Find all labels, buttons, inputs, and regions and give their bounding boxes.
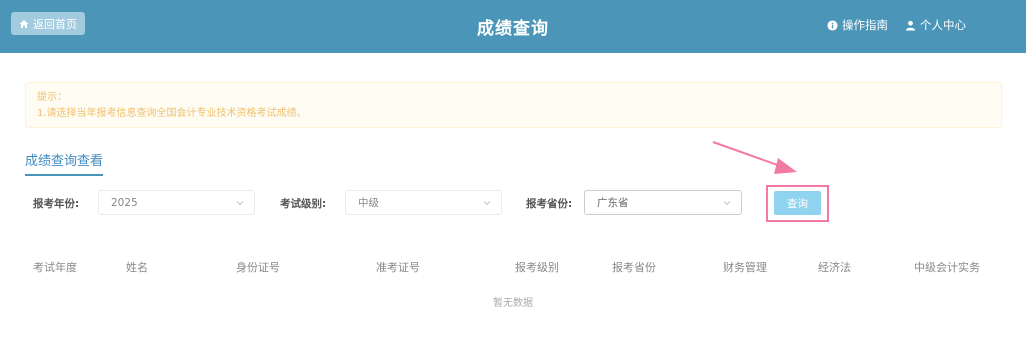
- column-header: 中级会计实务: [914, 261, 980, 274]
- province-value: 广东省: [597, 197, 629, 209]
- column-header: 准考证号: [376, 261, 420, 274]
- chevron-down-icon: [483, 201, 491, 206]
- tab-score-query[interactable]: 成绩查询查看: [25, 150, 104, 176]
- back-home-label: 返回首页: [33, 17, 77, 31]
- level-label: 考试级别:: [280, 198, 327, 210]
- guide-label: 操作指南: [842, 18, 888, 32]
- province-select[interactable]: 广东省: [584, 190, 742, 215]
- notice-line: 1.请选择当年报考信息查询全国会计专业技术资格考试成绩。: [37, 108, 307, 119]
- year-select[interactable]: 2025: [98, 190, 255, 215]
- year-value: 2025: [111, 196, 138, 209]
- column-header: 报考省份: [612, 261, 656, 274]
- column-header: 经济法: [818, 261, 851, 274]
- level-value: 中级: [358, 197, 379, 209]
- user-center-label: 个人中心: [920, 18, 966, 32]
- column-header: 报考级别: [515, 261, 559, 274]
- chevron-down-icon: [723, 201, 731, 206]
- column-header: 财务管理: [723, 261, 767, 274]
- guide-link[interactable]: 操作指南: [827, 17, 888, 33]
- level-select[interactable]: 中级: [345, 190, 502, 215]
- notice-title: 提示：: [37, 92, 67, 103]
- home-icon: [19, 19, 29, 28]
- column-header: 考试年度: [33, 261, 77, 274]
- user-icon: [905, 20, 916, 31]
- column-header: 姓名: [126, 261, 148, 274]
- top-header-bar: 返回首页 成绩查询 操作指南 个人中心: [0, 0, 1026, 53]
- info-icon: [827, 19, 838, 31]
- province-label: 报考省份:: [526, 198, 573, 210]
- user-center-link[interactable]: 个人中心: [905, 17, 966, 33]
- query-button[interactable]: 查询: [774, 191, 821, 215]
- year-label: 报考年份:: [33, 198, 80, 210]
- back-home-button[interactable]: 返回首页: [11, 12, 85, 35]
- column-header: 身份证号: [236, 261, 280, 274]
- notice-box: 提示： 1.请选择当年报考信息查询全国会计专业技术资格考试成绩。: [25, 82, 1002, 128]
- chevron-down-icon: [236, 201, 244, 206]
- empty-table-text: 暂无数据: [493, 298, 533, 309]
